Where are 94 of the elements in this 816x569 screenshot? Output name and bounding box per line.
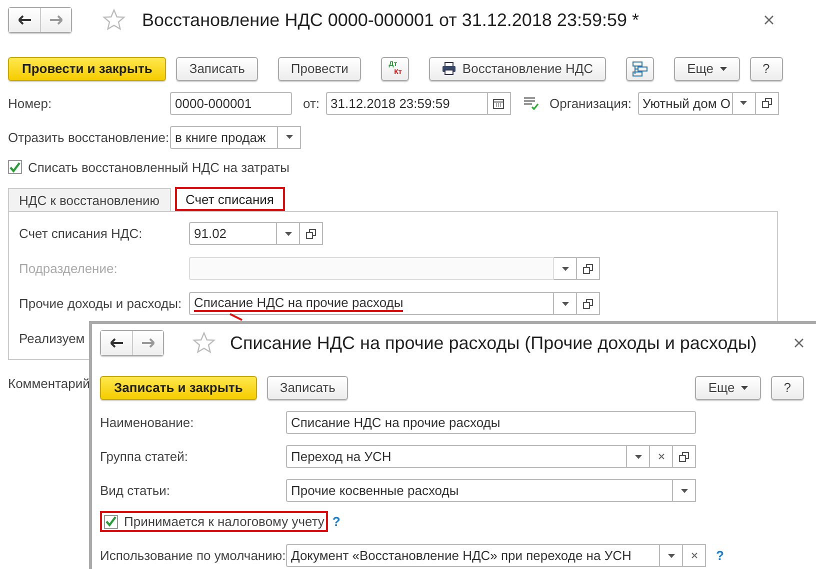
open-window-icon <box>583 264 593 274</box>
dropdown-button[interactable] <box>277 222 300 245</box>
field-label: Реализуем <box>19 331 85 346</box>
star-icon[interactable] <box>102 8 126 32</box>
close-icon[interactable] <box>764 15 774 25</box>
leader-line <box>229 313 243 321</box>
close-icon[interactable] <box>794 338 804 348</box>
hierarchy-icon <box>632 60 648 76</box>
field-label: Наименование: <box>100 415 195 430</box>
open-window-icon <box>679 452 689 462</box>
back-arrow-icon <box>110 338 124 348</box>
toolbar-button[interactable]: Провести <box>278 56 362 80</box>
caret-icon <box>634 454 642 458</box>
tab[interactable]: Счет списания <box>174 187 285 211</box>
number-field[interactable]: 0000-000001 <box>170 92 292 114</box>
field-label: Группа статей: <box>100 449 189 464</box>
dropdown-button[interactable] <box>554 292 577 315</box>
caret-icon <box>680 488 688 492</box>
field-label: Комментарий <box>8 376 90 391</box>
dropdown-button[interactable] <box>278 126 301 148</box>
account-select[interactable]: 91.02 <box>189 222 277 245</box>
caret-icon <box>668 554 674 558</box>
open-button[interactable] <box>577 257 600 280</box>
dialog-title: Списание НДС на прочие расходы (Прочие доходы и расходы) <box>230 332 758 354</box>
caret-icon <box>286 135 292 139</box>
caret-icon <box>284 232 292 236</box>
help-link[interactable]: ? <box>332 514 340 529</box>
field-value: 91.02 <box>194 226 227 241</box>
more-menu-button[interactable]: Еще <box>695 376 761 400</box>
calendar-button[interactable] <box>488 92 511 114</box>
star-icon[interactable] <box>192 331 216 355</box>
account-select[interactable]: Списание НДС на прочие расходы <box>189 292 554 315</box>
caret-icon <box>562 266 568 270</box>
field-label: Счет списания НДС: <box>19 226 144 241</box>
back-button[interactable] <box>101 331 132 355</box>
print-button[interactable]: Восстановление НДС <box>429 56 606 80</box>
text-field[interactable]: Документ «Восстановление НДС» при переходе на УСН <box>286 544 660 567</box>
clear-icon <box>690 552 698 559</box>
open-window-icon <box>762 98 772 108</box>
forward-arrow-icon <box>49 15 63 25</box>
dropdown-button[interactable] <box>627 445 650 468</box>
open-window-icon <box>306 228 316 238</box>
checkbox[interactable] <box>8 160 22 174</box>
open-button[interactable] <box>300 222 323 245</box>
structure-button[interactable] <box>626 56 654 80</box>
tab[interactable]: НДС к восстановлению <box>8 188 171 211</box>
document-check-icon[interactable] <box>522 96 539 110</box>
field-label: Подразделение: <box>19 261 118 276</box>
field-label: Номер: <box>8 96 53 110</box>
date-field[interactable]: 31.12.2018 23:59:59 <box>326 92 488 114</box>
primary-button[interactable]: Записать и закрыть <box>100 376 257 400</box>
text-field[interactable]: Списание НДС на прочие расходы <box>286 411 696 434</box>
open-window-icon <box>583 298 593 308</box>
open-button[interactable] <box>756 92 779 114</box>
field-value: Списание НДС на прочие расходы <box>194 295 404 312</box>
checkbox[interactable] <box>104 514 118 528</box>
forward-arrow-icon <box>141 338 155 348</box>
caret-icon <box>740 386 748 390</box>
back-arrow-icon <box>18 15 32 25</box>
reflect-select[interactable]: в книге продаж <box>170 126 278 148</box>
text-field[interactable]: Переход на УСН <box>286 445 627 468</box>
checkbox-label: Принимается к налоговому учету <box>124 514 324 529</box>
toolbar-button[interactable]: Записать <box>266 376 348 400</box>
open-button[interactable] <box>577 292 600 315</box>
caret-icon <box>562 302 568 306</box>
text-field[interactable]: Прочие косвенные расходы <box>286 479 673 502</box>
back-button[interactable] <box>9 8 40 32</box>
clear-button[interactable] <box>650 445 673 468</box>
window-title: Восстановление НДС 0000-000001 от 31.12.2018 23:59:59 * <box>142 10 640 30</box>
toolbar-button[interactable]: Записать <box>176 56 258 80</box>
toolbar-button[interactable]: ? <box>770 376 804 400</box>
dropdown-button[interactable] <box>673 479 696 502</box>
caret-icon <box>740 101 748 105</box>
field-label: Использование по умолчанию: <box>100 548 286 563</box>
caret-icon <box>720 66 727 70</box>
field-label: Организация: <box>550 96 632 110</box>
printer-icon <box>442 62 456 75</box>
field-label: Прочие доходы и расходы: <box>19 296 183 311</box>
dropdown-button[interactable] <box>554 257 577 280</box>
more-menu-button[interactable]: Еще <box>674 56 740 80</box>
primary-button[interactable]: Провести и закрыть <box>8 56 166 80</box>
open-button[interactable] <box>673 445 696 468</box>
organization-field[interactable]: Уютный дом О <box>638 92 733 114</box>
field-label: Вид статьи: <box>100 483 171 498</box>
toolbar-button[interactable]: ? <box>750 56 783 80</box>
clear-icon <box>658 453 664 460</box>
field-label: от: <box>303 96 320 110</box>
field-label: Отразить восстановление: <box>8 130 170 144</box>
calendar-icon <box>493 98 504 108</box>
dropdown-button[interactable] <box>732 92 756 114</box>
checkbox-label: Списать восстановленный НДС на затраты <box>28 160 290 174</box>
help-link[interactable]: ? <box>716 548 724 563</box>
clear-button[interactable] <box>683 544 706 567</box>
dropdown-button[interactable] <box>660 544 683 567</box>
